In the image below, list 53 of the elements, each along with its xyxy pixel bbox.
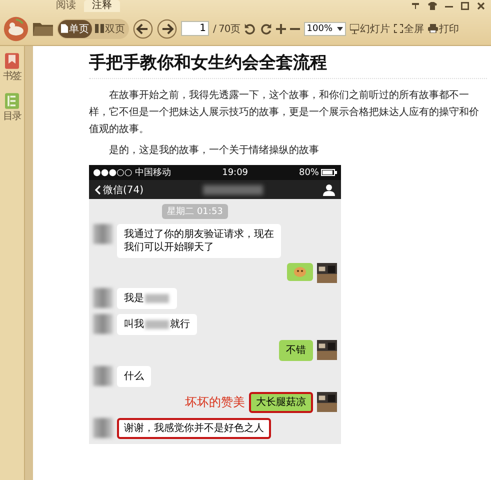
blurred-avatar <box>93 418 113 438</box>
two-pages-icon <box>95 24 104 33</box>
person-icon[interactable] <box>323 184 335 196</box>
message-text: 不错 <box>286 344 306 357</box>
page-total: / 70页 <box>213 22 240 36</box>
smiley-icon <box>294 267 306 277</box>
battery-icon <box>321 169 337 176</box>
document-title: 手把手教你和女生约会全套流程 <box>89 51 487 79</box>
close-icon[interactable] <box>477 2 485 10</box>
blurred-name <box>203 184 264 194</box>
message-text: 大长腿菇凉 <box>256 396 306 409</box>
battery-text: 80% <box>298 168 319 178</box>
page-number-field[interactable]: 1 <box>181 21 209 36</box>
annotation-text: 坏坏的赞美 <box>185 394 245 411</box>
sidebar-label[interactable]: 书签 <box>3 69 21 83</box>
page-icon <box>61 24 68 33</box>
bookmark-icon[interactable] <box>5 53 19 69</box>
zoom-dropdown[interactable]: 100% <box>304 22 346 36</box>
printer-icon <box>428 24 438 33</box>
message-text: 什么 <box>124 370 144 383</box>
fullscreen-icon <box>394 24 403 33</box>
paragraph: 在故事开始之前，我得先透露一下，这个故事，和你们之前听过的所有故事都不一样，它不但是一个把妹达人展示技巧的故事，更是一个展示合格把妹达人应有的操守和价值观的故事。 <box>89 88 480 137</box>
sidebar-label[interactable]: 目录 <box>3 109 21 123</box>
paragraph: 是的，这是我的故事，一个关于情绪操纵的故事 <box>108 144 320 158</box>
message-text: 我是 <box>124 292 144 305</box>
date-pill: 星期二 01:53 <box>162 204 228 219</box>
maximize-icon[interactable] <box>461 2 469 10</box>
print-button[interactable]: 打印 <box>428 22 459 36</box>
rotate-left-icon[interactable] <box>244 22 256 34</box>
logo-icon[interactable] <box>3 16 29 42</box>
blurred-avatar <box>93 224 113 244</box>
projector-screen-icon <box>350 24 359 34</box>
back-link[interactable]: 微信(74) <box>103 182 144 196</box>
view-mode-button[interactable]: 双页 <box>92 20 128 38</box>
carrier-text: ●●●○○ 中国移动 <box>93 166 172 179</box>
tab[interactable]: 阅读 <box>48 0 84 12</box>
chevron-left-icon[interactable] <box>95 184 101 194</box>
shirt-icon[interactable] <box>428 2 437 10</box>
message-text: 我通过了你的朋友验证请求，现在我们可以开始聊天了 <box>124 228 274 254</box>
slideshow-button[interactable]: 幻灯片 <box>350 22 390 36</box>
view-mode-button[interactable]: 单页 <box>58 20 92 38</box>
blurred-avatar <box>93 314 113 334</box>
message-text: 谢谢，我感觉你并不是好色之人 <box>124 422 264 435</box>
blurred-avatar <box>93 366 113 386</box>
fullscreen-button[interactable]: 全屏 <box>394 22 424 36</box>
blurred-avatar <box>93 288 113 308</box>
zoom-in-icon[interactable] <box>276 24 286 34</box>
folder-icon[interactable] <box>33 21 53 36</box>
message-text: 叫我 <box>124 318 144 331</box>
rotate-right-icon[interactable] <box>260 22 272 34</box>
clock-text: 19:09 <box>222 168 248 178</box>
message-text: 就行 <box>170 318 190 331</box>
caret-icon <box>336 26 343 30</box>
